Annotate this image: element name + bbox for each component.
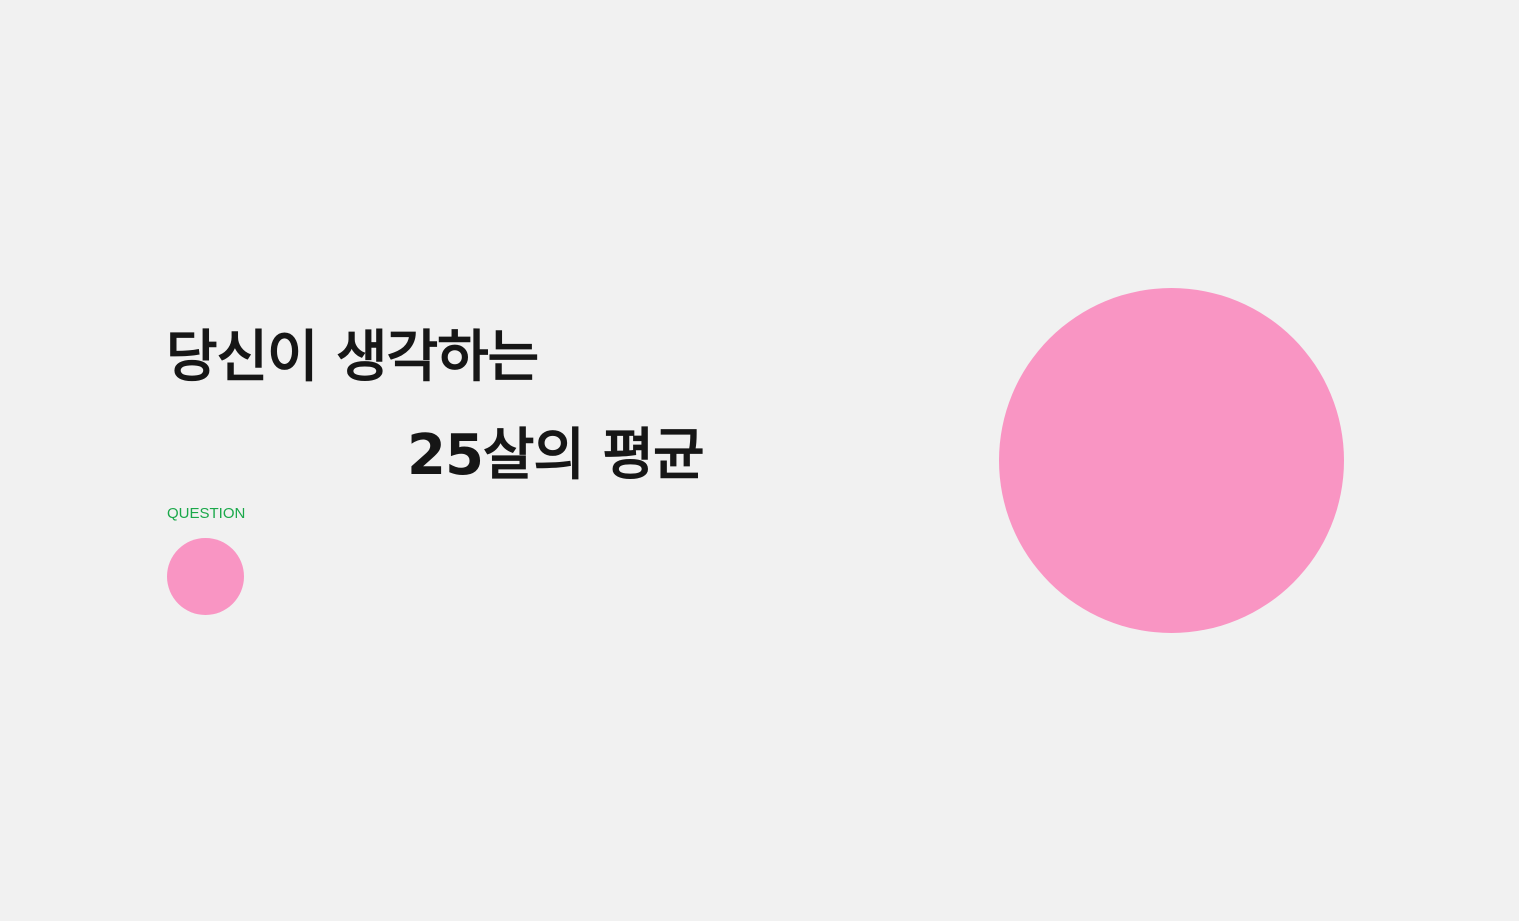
slide: { "headline": { "line1": "당신이 생각하는", "li… <box>0 0 1519 921</box>
small-pink-dot <box>167 538 244 615</box>
question-label: QUESTION <box>167 505 246 522</box>
headline-line-1: 당신이 생각하는 <box>166 325 539 390</box>
large-pink-circle <box>999 288 1344 633</box>
headline-line-2: 25살의 평균 <box>407 423 705 488</box>
